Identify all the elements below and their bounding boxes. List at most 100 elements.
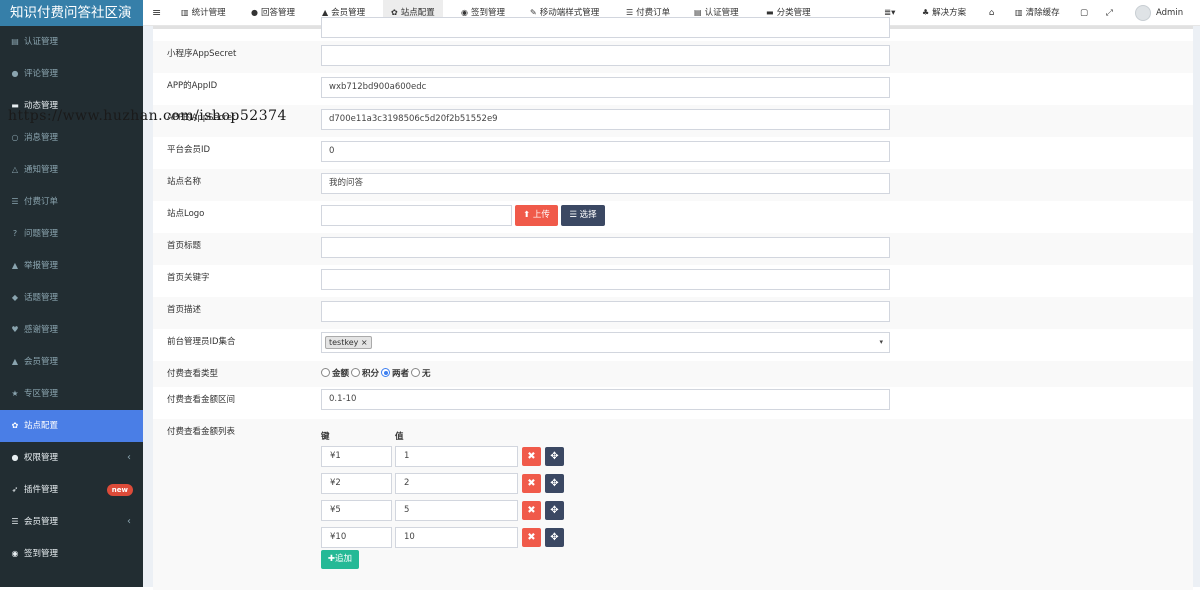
upload-button[interactable]: ⬆ 上传 xyxy=(515,205,558,226)
value-input[interactable]: 1 xyxy=(395,446,518,467)
fullscreen-icon[interactable]: ⤢ xyxy=(1106,0,1113,26)
remove-row-icon[interactable]: ✖ xyxy=(522,474,541,493)
sidebar-item[interactable]: ▤ 认证管理 xyxy=(0,26,143,58)
warning-icon: ▲ xyxy=(11,261,19,270)
sidebar-item[interactable]: ✿ 站点配置 xyxy=(0,410,143,442)
radio-label: 积分 xyxy=(362,369,380,379)
map-marker-icon: ◉ xyxy=(11,549,19,558)
radio-option[interactable]: 无 xyxy=(411,368,433,379)
upload-icon: ⬆ xyxy=(523,210,531,220)
sidebar-item[interactable]: ▲ 举报管理 xyxy=(0,250,143,282)
cogs-icon: ✿ xyxy=(391,8,398,17)
radio-option[interactable]: 两者 xyxy=(381,368,411,379)
solution-link[interactable]: ♣ 解决方案 xyxy=(922,0,966,26)
radio-button[interactable] xyxy=(381,368,391,377)
sidebar-item[interactable]: ● 评论管理 xyxy=(0,58,143,90)
value-input[interactable]: 2 xyxy=(395,473,518,494)
site-name-input[interactable]: 我的问答 xyxy=(321,173,890,194)
language-icon[interactable]: ▢ xyxy=(1080,0,1088,26)
site-logo-input[interactable] xyxy=(321,205,512,226)
group-icon: ● xyxy=(11,453,19,462)
top-tab[interactable]: ● 回答管理 xyxy=(243,0,303,26)
pay-view-range-input[interactable]: 0.1-10 xyxy=(321,389,890,410)
sidebar-item[interactable]: ? 问题管理 xyxy=(0,218,143,250)
form-row-platform-member-id: 平台会员ID 0 xyxy=(153,137,1193,169)
radio-option[interactable]: 金额 xyxy=(321,368,351,379)
home-keywords-input[interactable] xyxy=(321,269,890,290)
sidebar-item-label: 动态管理 xyxy=(24,101,59,111)
magic-icon: ✎ xyxy=(530,8,537,17)
sidebar-item-label: 认证管理 xyxy=(24,37,59,47)
drag-handle-icon[interactable]: ✥ xyxy=(545,474,564,493)
key-input[interactable]: ¥1 xyxy=(321,446,392,467)
key-input[interactable]: ¥5 xyxy=(321,500,392,521)
value-input[interactable]: 5 xyxy=(395,500,518,521)
sidebar-item-label: 评论管理 xyxy=(24,69,59,79)
top-tab[interactable]: ▥ 统计管理 xyxy=(173,0,234,26)
mini-app-secret-input[interactable] xyxy=(321,45,890,66)
app-secret-input[interactable]: d700e11a3c3198506c5d20f2b51552e9 xyxy=(321,109,890,130)
comment-icon: ○ xyxy=(11,133,19,142)
form-row-app-secret: APP的AppSecret d700e11a3c3198506c5d20f2b5… xyxy=(153,105,1193,137)
radio-button[interactable] xyxy=(351,368,361,377)
sidebar-item-label: 消息管理 xyxy=(24,133,59,143)
select-button[interactable]: ☰ 选择 xyxy=(561,205,605,226)
home-description-input[interactable] xyxy=(321,301,890,322)
plus-icon: ✚ xyxy=(327,554,336,564)
home-title-input[interactable] xyxy=(321,237,890,258)
tag-remove-icon[interactable]: × xyxy=(361,338,368,347)
radio-button[interactable] xyxy=(321,368,330,377)
sidebar-item[interactable]: ★ 专区管理 xyxy=(0,378,143,410)
sidebar-item[interactable]: ♥ 感谢管理 xyxy=(0,314,143,346)
form-row-mini-app-secret: 小程序AppSecret xyxy=(153,41,1193,73)
value-input[interactable]: 10 xyxy=(395,527,518,548)
add-row-button[interactable]: ✚追加 xyxy=(321,550,359,569)
sidebar-item[interactable]: ○ 消息管理 xyxy=(0,122,143,154)
sidebar-item[interactable]: ▲ 会员管理 xyxy=(0,346,143,378)
sidebar-item[interactable]: ● 权限管理 ‹ xyxy=(0,442,143,474)
sidebar-item[interactable]: ◉ 签到管理 xyxy=(0,538,143,570)
drag-handle-icon[interactable]: ✥ xyxy=(545,447,564,466)
prev-field[interactable] xyxy=(321,17,890,38)
key-input[interactable]: ¥10 xyxy=(321,527,392,548)
key-input[interactable]: ¥2 xyxy=(321,473,392,494)
sidebar-item-label: 问题管理 xyxy=(24,229,59,239)
sidebar-item[interactable]: ◆ 话题管理 xyxy=(0,282,143,314)
drag-handle-icon[interactable]: ✥ xyxy=(545,501,564,520)
home-icon[interactable]: ⌂ xyxy=(989,0,994,26)
sidebar-item[interactable]: ➶ 插件管理 new xyxy=(0,474,143,506)
avatar[interactable] xyxy=(1135,5,1151,21)
app-id-input[interactable]: wxb712bd900a600edc xyxy=(321,77,890,98)
app-secret-label: APP的AppSecret xyxy=(167,113,236,123)
radio-option[interactable]: 积分 xyxy=(351,368,381,379)
menu-toggle-icon[interactable]: ≡ xyxy=(152,0,161,26)
sidebar-item[interactable]: ☰ 会员管理 ‹ xyxy=(0,506,143,538)
radio-label: 金额 xyxy=(332,369,350,379)
remove-row-icon[interactable]: ✖ xyxy=(522,501,541,520)
platform-member-id-input[interactable]: 0 xyxy=(321,141,890,162)
remove-row-icon[interactable]: ✖ xyxy=(522,528,541,547)
sidebar-item-label: 举报管理 xyxy=(24,261,59,271)
user-name[interactable]: Admin xyxy=(1156,0,1183,26)
app-title[interactable]: 知识付费问答社区演 xyxy=(0,0,143,26)
admin-ids-select[interactable]: testkey × ▾ xyxy=(321,332,890,353)
tag-icon: ◆ xyxy=(11,293,19,302)
dropdown-caret-icon[interactable]: ▾ xyxy=(879,333,883,352)
clear-cache-label: 清除缓存 xyxy=(1025,8,1060,18)
clear-cache-link[interactable]: ▥ 清除缓存 xyxy=(1015,0,1060,26)
site-logo-label: 站点Logo xyxy=(167,209,205,219)
list-icon: ☰ xyxy=(569,210,577,220)
top-tab-label: 统计管理 xyxy=(191,8,226,18)
sidebar-item[interactable]: ▬ 动态管理 xyxy=(0,90,143,122)
radio-button[interactable] xyxy=(411,368,421,377)
select-label: 选择 xyxy=(579,210,597,220)
sidebar-item[interactable]: △ 通知管理 xyxy=(0,154,143,186)
sidebar-item[interactable]: ☰ 付费订单 xyxy=(0,186,143,218)
remove-row-icon[interactable]: ✖ xyxy=(522,447,541,466)
new-badge: new xyxy=(106,484,133,496)
form-row-pay-view-range: 付费查看金额区间 0.1-10 xyxy=(153,387,1193,419)
form-row-pay-view-type: 付费查看类型 金额 积分 两者 无 xyxy=(153,361,1193,387)
radio-label: 无 xyxy=(422,369,431,379)
drag-handle-icon[interactable]: ✥ xyxy=(545,528,564,547)
star-icon: ★ xyxy=(11,389,19,398)
